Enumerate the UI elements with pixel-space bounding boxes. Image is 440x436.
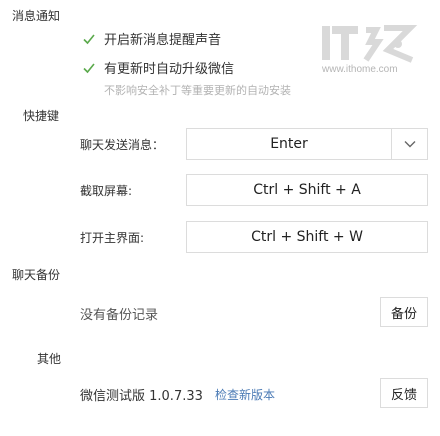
backup-status: 没有备份记录 <box>80 308 159 323</box>
screenshot-shortcut-value: Ctrl + Shift + A <box>253 182 361 198</box>
ithome-logo-icon <box>322 25 418 63</box>
open-main-shortcut-value: Ctrl + Shift + W <box>251 229 363 245</box>
check-mark-icon[interactable] <box>82 61 96 75</box>
screenshot-shortcut-field[interactable]: Ctrl + Shift + A <box>186 174 428 206</box>
feedback-button[interactable]: 反馈 <box>380 378 428 408</box>
open-main-shortcut-field[interactable]: Ctrl + Shift + W <box>186 221 428 253</box>
ithome-watermark-logo: www.ithome.com <box>318 20 418 78</box>
sound-alert-label: 开启新消息提醒声音 <box>104 33 222 48</box>
shortcuts-section-title: 快捷键 <box>23 109 60 123</box>
notifications-section-title: 消息通知 <box>12 9 61 23</box>
dropdown-toggle[interactable] <box>391 129 427 159</box>
version-label: 微信测试版 1.0.7.33 <box>80 389 203 404</box>
ithome-url: www.ithome.com <box>322 64 398 75</box>
auto-update-option[interactable]: 有更新时自动升级微信 <box>82 58 234 77</box>
screenshot-shortcut-label: 截取屏幕: <box>80 184 133 198</box>
backup-section-title: 聊天备份 <box>12 268 61 282</box>
check-update-link[interactable]: 检查新版本 <box>215 386 275 403</box>
check-mark-icon[interactable] <box>82 32 96 46</box>
sound-alert-option[interactable]: 开启新消息提醒声音 <box>82 29 221 48</box>
chevron-down-icon <box>404 141 415 148</box>
send-shortcut-label: 聊天发送消息： <box>80 138 165 152</box>
other-section-title: 其他 <box>37 352 62 366</box>
send-shortcut-select[interactable]: Enter <box>186 128 428 160</box>
send-shortcut-value: Enter <box>270 136 308 152</box>
open-main-shortcut-label: 打开主界面: <box>80 231 145 245</box>
auto-update-label: 有更新时自动升级微信 <box>104 62 235 77</box>
auto-update-hint: 不影响安全补丁等重要更新的自动安装 <box>104 84 291 97</box>
backup-button[interactable]: 备份 <box>380 297 428 327</box>
